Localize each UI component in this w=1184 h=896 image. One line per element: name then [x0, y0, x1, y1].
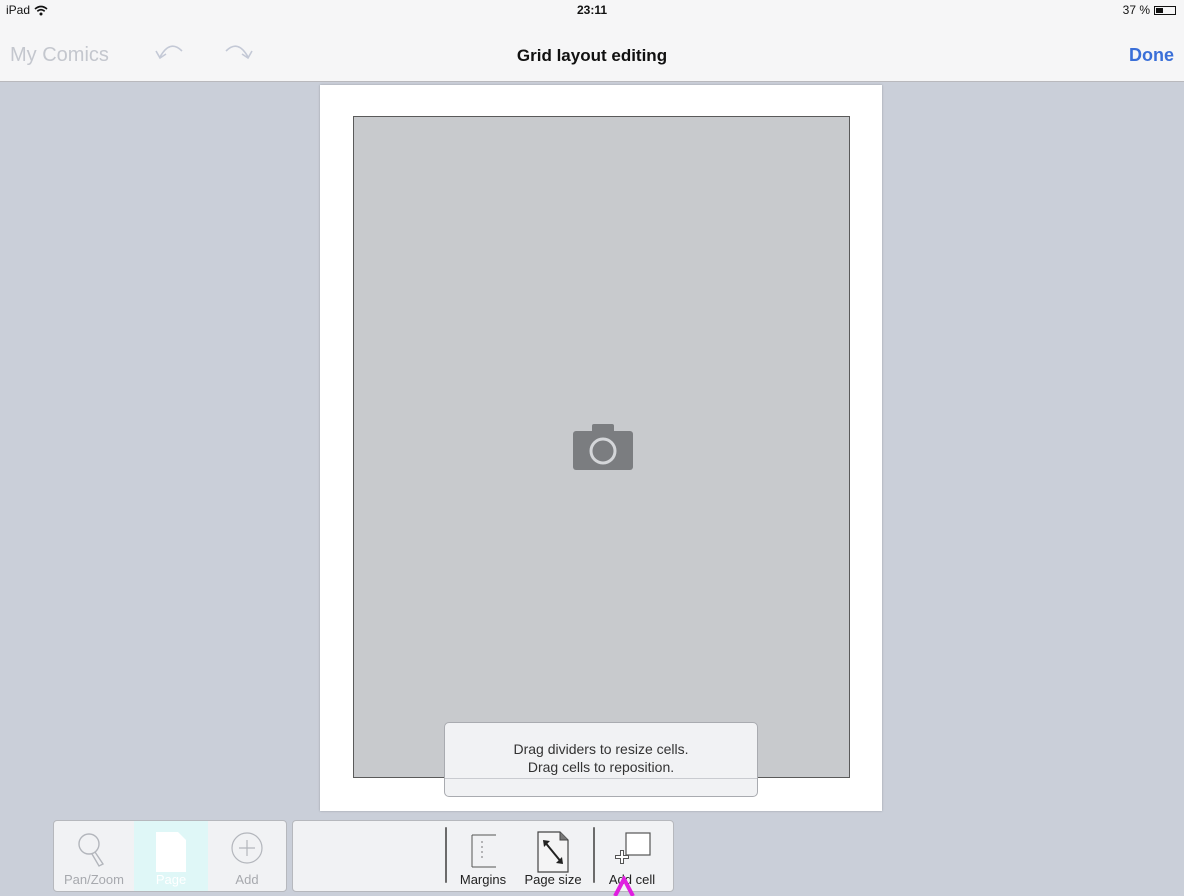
page-title: Grid layout editing [516, 46, 668, 65]
done-button[interactable]: Done [1129, 45, 1174, 66]
camera-icon[interactable] [572, 423, 634, 471]
page-icon [156, 832, 186, 872]
grid-cell[interactable] [353, 116, 850, 778]
page-size-icon [537, 831, 569, 873]
hint-popup: Drag dividers to resize cells. Drag cell… [444, 722, 758, 797]
add-tool[interactable]: Add [208, 821, 286, 891]
add-cell-icon [615, 832, 651, 864]
toolbar-divider [593, 827, 595, 883]
battery-fill [1156, 7, 1163, 13]
page-tool[interactable]: Page [134, 821, 208, 891]
page-size-tool[interactable]: Page size [515, 821, 591, 891]
battery-percent: 37 % [1122, 3, 1150, 17]
pointer-arrow-icon [613, 876, 635, 896]
hint-line-1: Drag dividers to resize cells. [513, 741, 689, 757]
pan-zoom-label: Pan/Zoom [64, 872, 124, 887]
margins-icon [471, 834, 496, 868]
comic-page [320, 85, 882, 811]
page-label: Page [155, 872, 187, 887]
magnifier-icon [78, 833, 105, 867]
hint-divider [445, 778, 757, 779]
status-bar: iPad 23:11 37 % [0, 0, 1184, 20]
margins-tool[interactable]: Margins [451, 821, 515, 891]
status-right: 37 % [1123, 3, 1176, 17]
mode-toolbar: Pan/Zoom Page Add [53, 820, 287, 892]
hint-line-2: Drag cells to reposition. [527, 759, 675, 775]
margins-label: Margins [459, 872, 507, 887]
navigation-bar: My Comics Grid layout editing Done [0, 20, 1184, 82]
add-label: Add [235, 872, 259, 887]
clock: 23:11 [576, 3, 608, 17]
plus-circle-icon [231, 832, 263, 864]
battery-icon [1154, 5, 1176, 15]
pan-zoom-tool[interactable]: Pan/Zoom [54, 821, 134, 891]
toolbar-divider [445, 827, 447, 883]
page-size-label: Page size [524, 872, 582, 887]
